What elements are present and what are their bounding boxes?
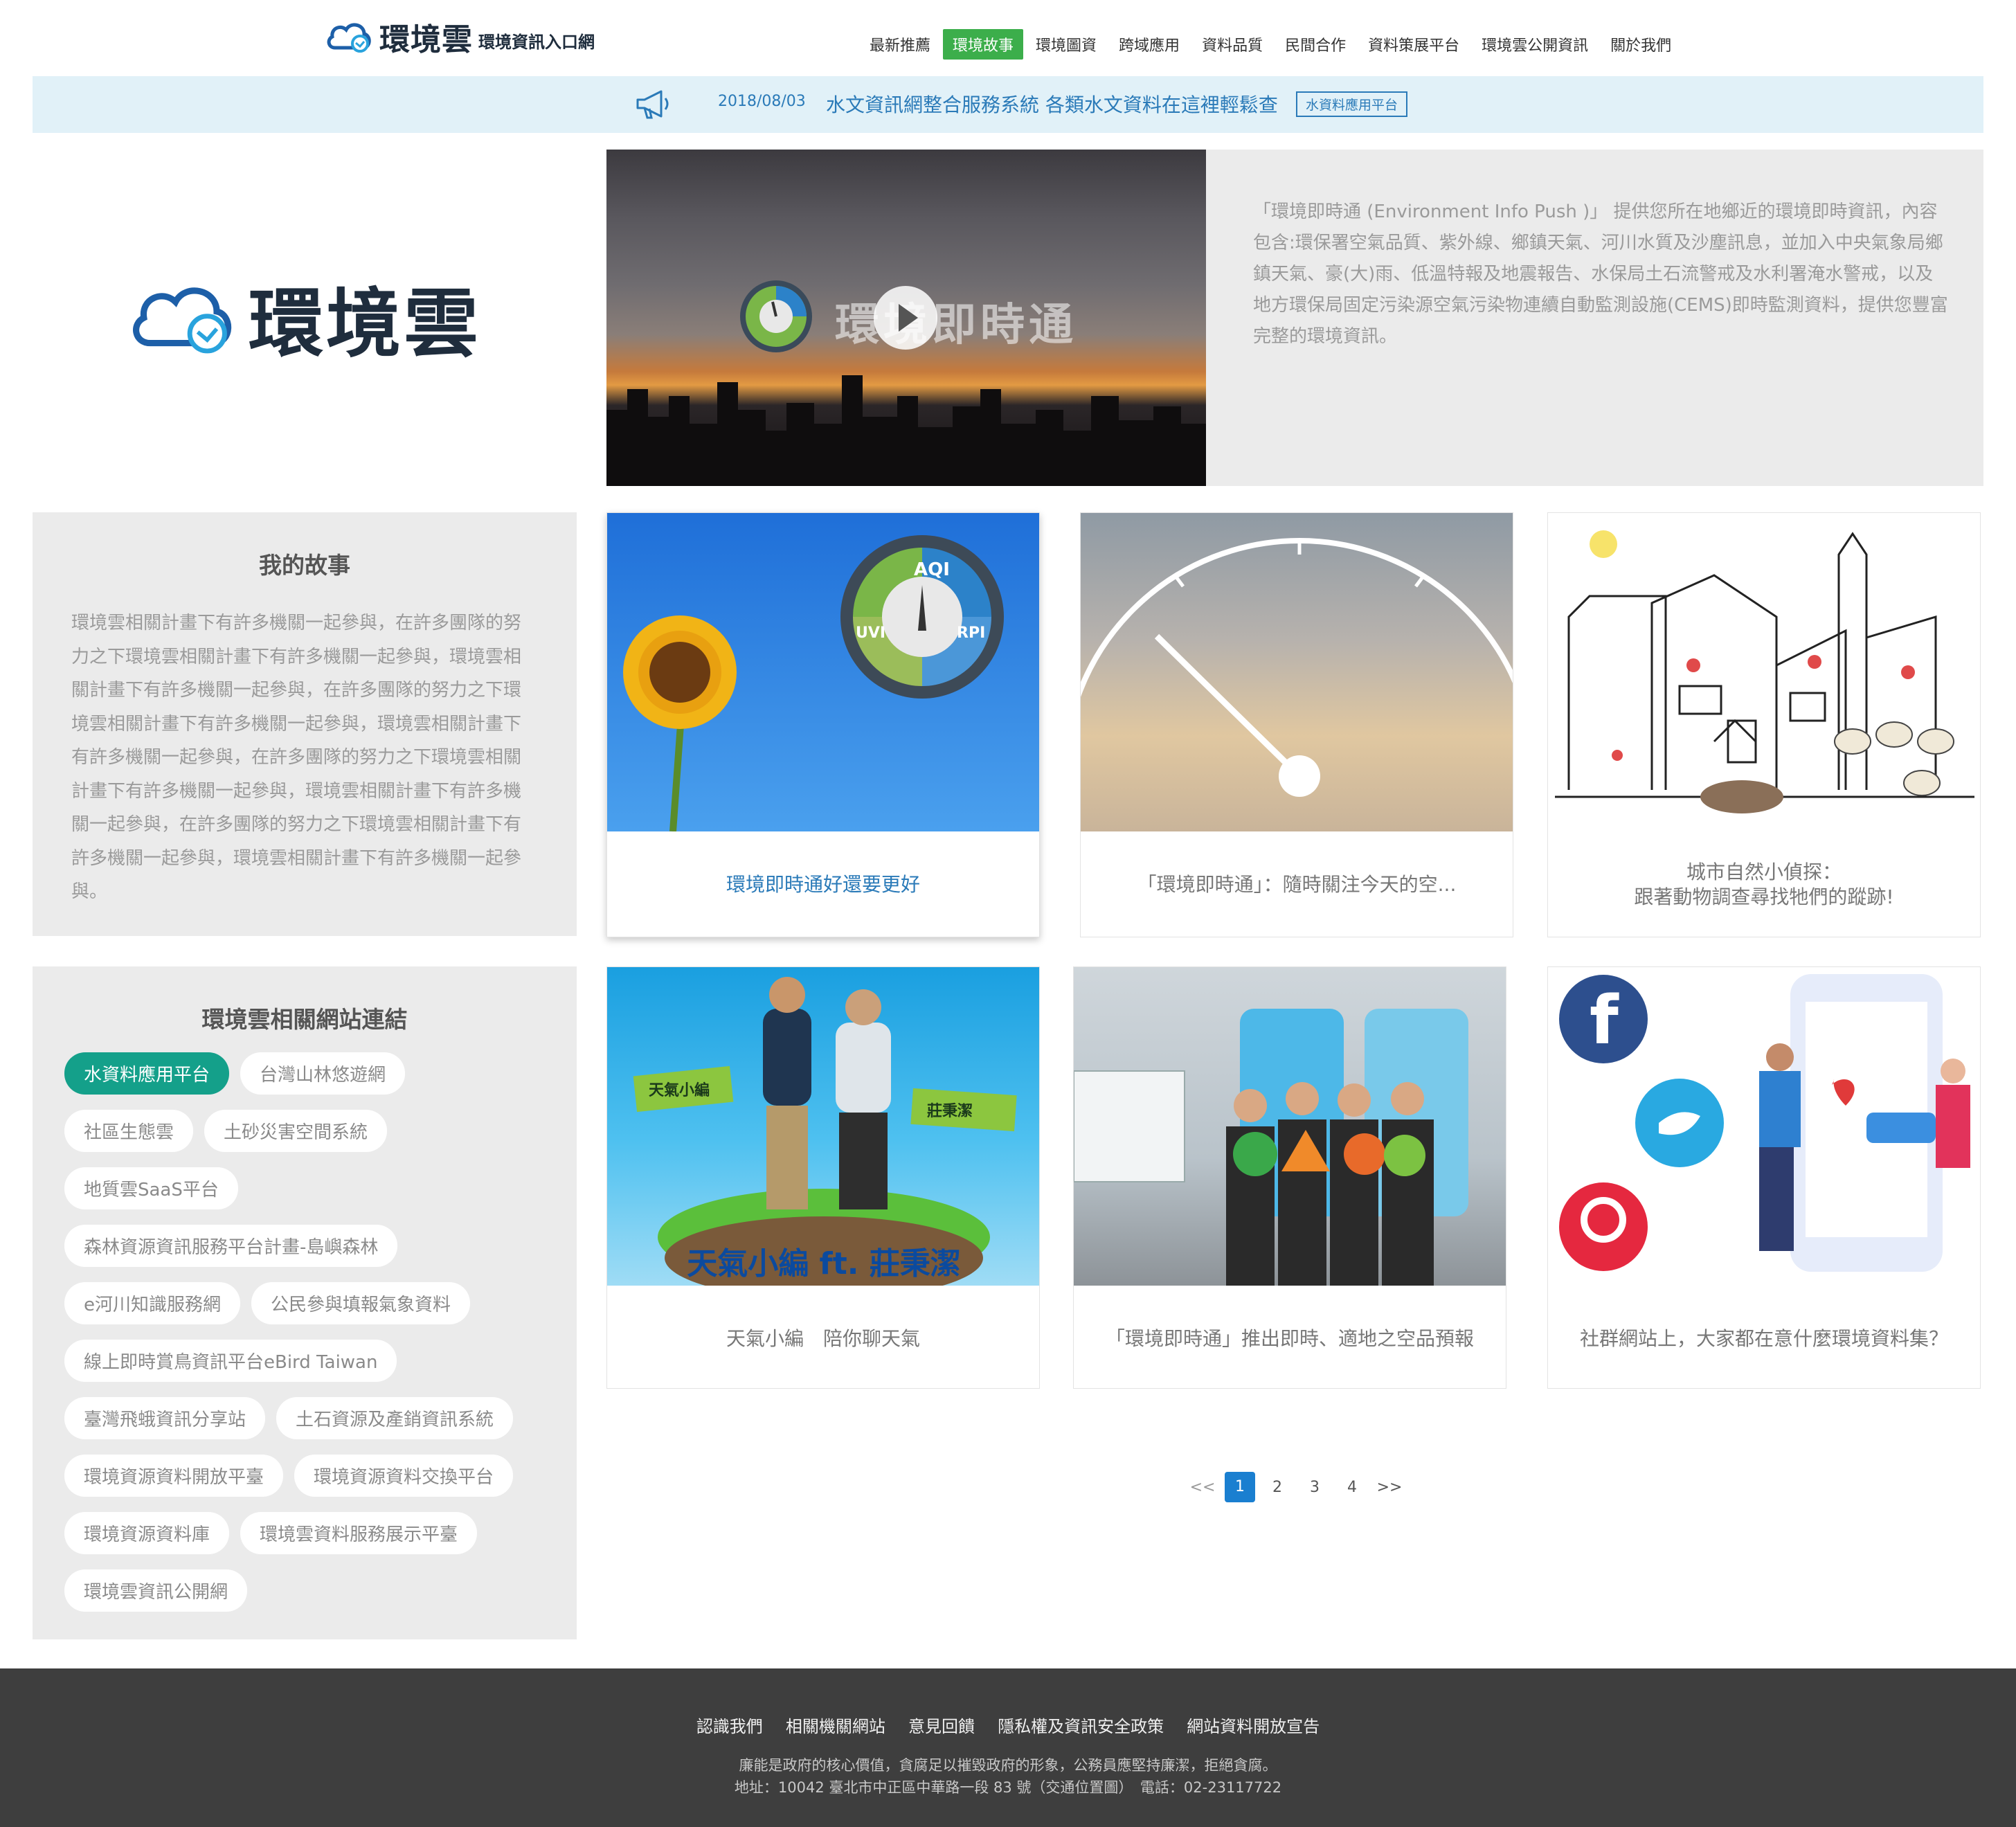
city-skyline-image (606, 375, 1206, 486)
nav-about[interactable]: 關於我們 (1601, 29, 1681, 60)
footer-link-feedback[interactable]: 意見回饋 (908, 1717, 975, 1736)
hero-brand: 環境雲 (248, 281, 481, 368)
story-card-caption[interactable]: 「環境即時通」：隨時關注今天的空... (1081, 831, 1513, 938)
brand-subtitle: 環境資訊入口網 (478, 32, 595, 52)
site-footer: 認識我們 相關機關網站 意見回饋 隱私權及資訊安全政策 網站資料開放宣告 廉能是… (0, 1668, 2016, 1827)
link-pill[interactable]: 線上即時賞鳥資訊平台eBird Taiwan (64, 1340, 397, 1382)
nav-curation[interactable]: 資料策展平台 (1358, 29, 1469, 60)
footer-link-agencies[interactable]: 相關機關網站 (786, 1717, 885, 1736)
press-event-photo (1074, 1009, 1468, 1286)
megaphone-icon (636, 90, 669, 119)
story-card-caption[interactable]: 社群網站上，大家都在意什麼環境資料集？ (1548, 1286, 1980, 1392)
pagination-page[interactable]: 2 (1259, 1479, 1296, 1496)
site-logo[interactable]: 環境雲 環境資訊入口網 (325, 17, 595, 57)
svg-text:UVI: UVI (856, 624, 885, 642)
story-card[interactable]: 「環境即時通」：隨時關注今天的空... (1080, 512, 1513, 937)
weather-host-banner: 天氣小編 ft. 莊秉潔 (687, 1246, 961, 1281)
gauge-sky-image (1081, 513, 1513, 831)
svg-text:AQI: AQI (914, 559, 950, 580)
link-pill[interactable]: 環境資源資料開放平臺 (64, 1455, 284, 1497)
hero-logo: 環境雲 (33, 150, 577, 486)
link-pill[interactable]: 社區生態雲 (64, 1110, 194, 1152)
story-card[interactable]: 「環境即時通」推出即時、適地之空品預報 (1073, 966, 1506, 1389)
pagination: << 1 2 3 4 >> (1184, 1472, 1408, 1502)
story-card[interactable]: f 社群網站上，大家都在意什麼環境資料集？ (1547, 966, 1981, 1389)
intro-video[interactable]: 環境即時通 (606, 150, 1206, 486)
svg-text:RPI: RPI (957, 624, 985, 642)
pagination-page[interactable]: 1 (1225, 1472, 1255, 1502)
announcement-bar: 2018/08/03 水文資訊網整合服務系統 各類水文資料在這裡輕鬆查 水資料應… (33, 76, 1983, 133)
cloud-logo-icon (327, 23, 371, 53)
my-story-text: 環境雲相關計畫下有許多機關一起參與，在許多團隊的努力之下環境雲相關計畫下有許多機… (71, 613, 522, 902)
my-story-title: 我的故事 (259, 552, 350, 579)
weather-host-badge: 天氣小編 (649, 1082, 710, 1099)
pagination-next[interactable]: >> (1371, 1479, 1408, 1496)
story-card[interactable]: 天氣小編 ft. 莊秉潔 天氣小編 莊秉潔 天氣小編 陪你聊天氣 (606, 966, 1040, 1389)
link-pill[interactable]: 環境雲資料服務展示平臺 (240, 1512, 478, 1554)
press-event-image (1074, 967, 1506, 1286)
my-story-panel: 我的故事 環境雲相關計畫下有許多機關一起參與，在許多團隊的努力之下環境雲相關計畫… (33, 512, 577, 936)
footer-contact: 地址：10042 臺北市中正區中華路一段 83 號（交通位置圖） 電話：02-2… (734, 1779, 1282, 1796)
sunflower-gauge-illustration: AQI UVI RPI (623, 535, 1004, 831)
hero-description-text: 「環境即時通 (Environment Info Push )」 提供您所在地鄉… (1253, 201, 1948, 347)
link-pill[interactable]: 臺灣飛蛾資訊分享站 (64, 1397, 266, 1439)
link-pill[interactable]: 台灣山林悠遊網 (240, 1052, 406, 1095)
link-pill[interactable]: 水資料應用平台 (64, 1052, 230, 1095)
play-button-icon[interactable] (874, 286, 937, 350)
announcement-tag[interactable]: 水資料應用平台 (1296, 91, 1408, 117)
city-animals-sketch (1555, 530, 1974, 813)
hero-description: 「環境即時通 (Environment Info Push )」 提供您所在地鄉… (1206, 150, 1983, 486)
footer-integrity-statement: 廉能是政府的核心價值，貪腐足以摧毀政府的形象，公務員應堅持廉潔，拒絕貪腐。 (739, 1757, 1277, 1774)
story-card-caption[interactable]: 天氣小編 陪你聊天氣 (607, 1286, 1039, 1392)
story-card-caption[interactable]: 環境即時通好還要更好 (607, 831, 1039, 938)
related-links-panel: 環境雲相關網站連結 水資料應用平台 台灣山林悠遊網 社區生態雲 土砂災害空間系統… (33, 966, 577, 1639)
link-pill[interactable]: 環境雲資訊公開網 (64, 1569, 248, 1612)
related-links-list: 水資料應用平台 台灣山林悠遊網 社區生態雲 土砂災害空間系統 地質雲SaaS平台… (64, 1052, 545, 1627)
nav-cross-domain[interactable]: 跨域應用 (1109, 29, 1189, 60)
footer-links: 認識我們 相關機關網站 意見回饋 隱私權及資訊安全政策 網站資料開放宣告 (0, 1713, 2016, 1737)
story-card-caption[interactable]: 城市自然小偵探： 跟著動物調查尋找牠們的蹤跡! (1548, 831, 1980, 938)
story-card[interactable]: AQI UVI RPI 環境即時通好還要更好 (606, 512, 1040, 937)
main-nav: 最新推薦 環境故事 環境圖資 跨域應用 資料品質 民間合作 資料策展平台 環境雲… (858, 29, 1682, 60)
footer-link-about[interactable]: 認識我們 (696, 1717, 763, 1736)
nav-data-quality[interactable]: 資料品質 (1192, 29, 1272, 60)
weather-hosts-illustration (633, 977, 1017, 1286)
link-pill[interactable]: 環境資源資料交換平台 (294, 1455, 514, 1497)
nav-maps[interactable]: 環境圖資 (1026, 29, 1106, 60)
pagination-page[interactable]: 3 (1296, 1479, 1333, 1496)
nav-partnership[interactable]: 民間合作 (1275, 29, 1356, 60)
pagination-page[interactable]: 4 (1333, 1479, 1371, 1496)
link-pill[interactable]: 環境資源資料庫 (64, 1512, 230, 1554)
guest-badge: 莊秉潔 (927, 1103, 973, 1120)
announcement-date: 2018/08/03 (718, 93, 806, 110)
social-media-illustration: f (1559, 974, 1970, 1272)
site-header: 環境雲 環境資訊入口網 最新推薦 環境故事 環境圖資 跨域應用 資料品質 民間合… (0, 0, 2016, 73)
city-sketch-image (1548, 513, 1980, 831)
related-links-title: 環境雲相關網站連結 (201, 1006, 408, 1033)
pagination-prev[interactable]: << (1184, 1479, 1221, 1496)
weather-host-image: 天氣小編 ft. 莊秉潔 天氣小編 莊秉潔 (607, 967, 1039, 1286)
story-card[interactable]: 城市自然小偵探： 跟著動物調查尋找牠們的蹤跡! (1547, 512, 1981, 937)
link-pill[interactable]: 公民參與填報氣象資料 (251, 1282, 471, 1324)
video-title: 環境即時通 (835, 300, 1077, 351)
link-pill[interactable]: e河川知識服務網 (64, 1282, 240, 1324)
link-pill[interactable]: 土石資源及產銷資訊系統 (276, 1397, 514, 1439)
cloud-logo-icon (133, 287, 232, 354)
link-pill[interactable]: 土砂災害空間系統 (204, 1110, 388, 1152)
aqi-sunflower-image: AQI UVI RPI (607, 513, 1039, 831)
footer-link-open-data[interactable]: 網站資料開放宣告 (1187, 1717, 1320, 1736)
nav-stories[interactable]: 環境故事 (943, 29, 1024, 60)
story-card-caption[interactable]: 「環境即時通」推出即時、適地之空品預報 (1074, 1286, 1506, 1392)
social-media-image: f (1548, 967, 1980, 1286)
speedometer-illustration (1081, 538, 1513, 797)
link-pill[interactable]: 地質雲SaaS平台 (64, 1167, 238, 1209)
link-pill[interactable]: 森林資源資訊服務平台計畫-島嶼森林 (64, 1225, 398, 1267)
footer-link-privacy[interactable]: 隱私權及資訊安全政策 (998, 1717, 1164, 1736)
nav-latest[interactable]: 最新推薦 (860, 29, 940, 60)
aqi-gauge-icon (740, 280, 812, 352)
brand-name: 環境雲 (379, 22, 473, 57)
announcement-link[interactable]: 水文資訊網整合服務系統 各類水文資料在這裡輕鬆查 (826, 90, 1278, 118)
svg-text:f: f (1590, 982, 1619, 1059)
nav-public-info[interactable]: 環境雲公開資訊 (1472, 29, 1598, 60)
